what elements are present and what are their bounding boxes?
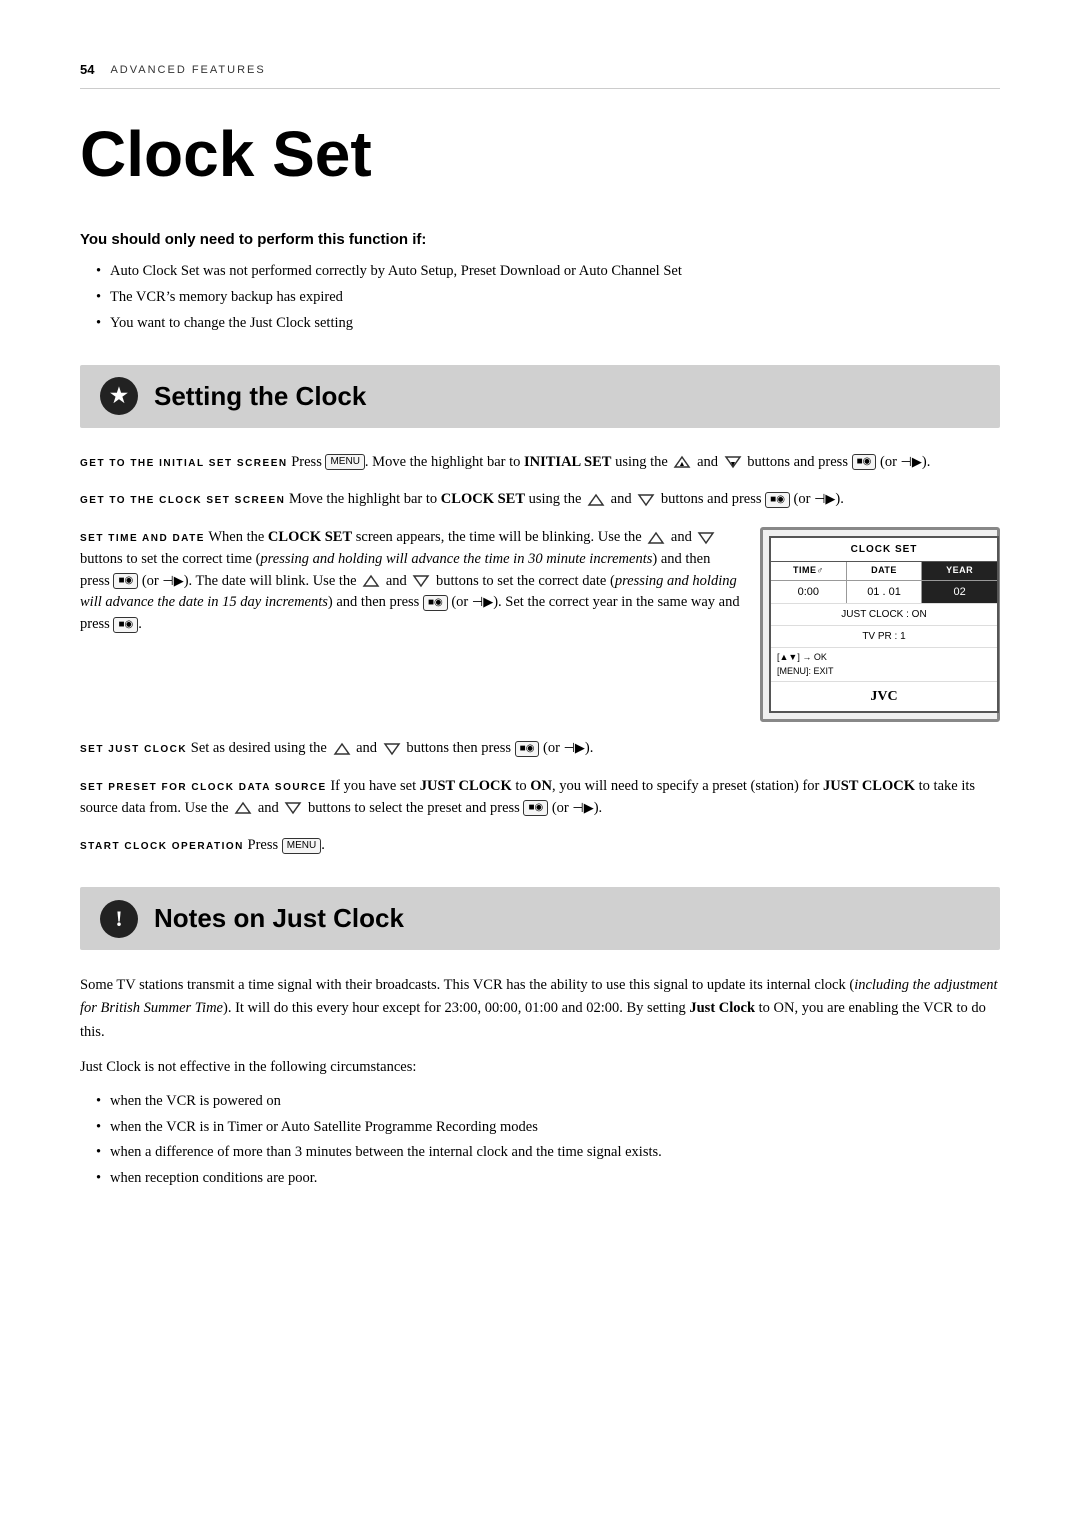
down-arrow6-icon	[282, 799, 304, 817]
step2-block: GET TO THE CLOCK SET SCREEN Move the hig…	[80, 489, 1000, 511]
vcr-outer-frame: CLOCK SET TIME♂ DATE YEAR 0:00 01 . 01 0…	[760, 527, 1000, 722]
page-number: 54	[80, 60, 94, 80]
page-header: 54 ADVANCED FEATURES	[80, 60, 1000, 89]
step6-block: START CLOCK OPERATION Press MENU.	[80, 835, 1000, 857]
step1-label: GET TO THE INITIAL SET SCREEN	[80, 458, 288, 469]
vcr-control-line1: [▲▼] → OK	[777, 651, 991, 665]
vcr-col-time: TIME♂	[771, 562, 847, 580]
notes-bullets: when the VCR is powered on when the VCR …	[80, 1091, 1000, 1190]
step3-block: SET TIME AND DATE When the CLOCK SET scr…	[80, 527, 1000, 722]
up-arrow3-icon	[645, 529, 667, 547]
warning-bullet-2: The VCR’s memory backup has expired	[96, 287, 1000, 309]
notes-bullet-1: when the VCR is powered on	[96, 1091, 1000, 1113]
vcr-time-val: 0:00	[771, 581, 847, 604]
step6-label: START CLOCK OPERATION	[80, 841, 244, 852]
vcr-just-clock: JUST CLOCK : ON	[771, 604, 997, 626]
enter3-icon: ⊣▶	[162, 573, 183, 588]
step5-label: SET PRESET FOR CLOCK DATA SOURCE	[80, 782, 327, 793]
vcr-col-headers: TIME♂ DATE YEAR	[771, 562, 997, 581]
svg-text:▲: ▲	[679, 461, 686, 468]
vcr-tv-pr: TV PR : 1	[771, 626, 997, 648]
section1-header: ★ Setting the Clock	[80, 365, 1000, 428]
up-arrow2-icon	[585, 491, 607, 509]
vcr-screen-image: CLOCK SET TIME♂ DATE YEAR 0:00 01 . 01 0…	[760, 527, 1000, 722]
section-label: ADVANCED FEATURES	[110, 62, 265, 79]
svg-text:▼: ▼	[729, 461, 736, 468]
page-title: Clock Set	[80, 119, 1000, 189]
step2-label: GET TO THE CLOCK SET SCREEN	[80, 495, 285, 506]
down-arrow-icon: ▼	[722, 453, 744, 471]
enter5-icon: ⊣▶	[564, 740, 585, 755]
step3-text: SET TIME AND DATE When the CLOCK SET scr…	[80, 527, 740, 636]
ok-button6-icon: ■◉	[515, 741, 540, 757]
down-arrow5-icon	[381, 740, 403, 758]
step3-label: SET TIME AND DATE	[80, 533, 205, 544]
vcr-title: CLOCK SET	[771, 538, 997, 562]
section2-title: Notes on Just Clock	[154, 899, 404, 938]
vcr-year-val: 02	[922, 581, 997, 604]
step1-block: GET TO THE INITIAL SET SCREEN Press MENU…	[80, 452, 1000, 474]
step3-content: When the CLOCK SET screen appears, the t…	[80, 529, 740, 632]
ok-button4-icon: ■◉	[423, 595, 448, 611]
section1-icon: ★	[100, 377, 138, 415]
notes-section: Some TV stations transmit a time signal …	[80, 974, 1000, 1190]
vcr-control-line2: [MENU]: EXIT	[777, 665, 991, 679]
step1-text: Press MENU. Move the highlight bar to IN…	[291, 454, 930, 470]
menu-button-icon: MENU	[325, 454, 364, 470]
warning-box: You should only need to perform this fun…	[80, 229, 1000, 335]
vcr-screen: CLOCK SET TIME♂ DATE YEAR 0:00 01 . 01 0…	[769, 536, 999, 713]
vcr-date-val: 01 . 01	[847, 581, 923, 604]
step4-block: SET JUST CLOCK Set as desired using the …	[80, 738, 1000, 760]
section2-icon: !	[100, 900, 138, 938]
warning-bullet-3: You want to change the Just Clock settin…	[96, 313, 1000, 335]
down-arrow3-icon	[695, 529, 717, 547]
enter-icon: ⊣▶	[901, 454, 922, 469]
notes-bullet-4: when reception conditions are poor.	[96, 1168, 1000, 1190]
section1-title: Setting the Clock	[154, 377, 366, 416]
vcr-col-year: YEAR	[922, 562, 997, 580]
down-arrow2-icon	[635, 491, 657, 509]
step2-text: Move the highlight bar to CLOCK SET usin…	[289, 491, 844, 507]
ok-button2-icon: ■◉	[765, 492, 790, 508]
warning-title: You should only need to perform this fun…	[80, 229, 1000, 252]
ok-button-icon: ■◉	[852, 454, 877, 470]
up-arrow5-icon	[331, 740, 353, 758]
step6-text: Press MENU.	[248, 837, 325, 853]
step4-label: SET JUST CLOCK	[80, 744, 187, 755]
menu-button2-icon: MENU	[282, 838, 321, 854]
warning-bullets: Auto Clock Set was not performed correct…	[80, 261, 1000, 334]
up-arrow-icon: ▲	[671, 453, 693, 471]
step5-block: SET PRESET FOR CLOCK DATA SOURCE If you …	[80, 776, 1000, 820]
ok-button3-icon: ■◉	[113, 573, 138, 589]
vcr-controls: [▲▼] → OK [MENU]: EXIT	[771, 648, 997, 682]
notes-para2: Just Clock is not effective in the follo…	[80, 1056, 1000, 1079]
step4-text: Set as desired using the and buttons the…	[191, 740, 594, 756]
vcr-brand: JVC	[771, 682, 997, 711]
enter2-icon: ⊣▶	[814, 491, 835, 506]
notes-para1: Some TV stations transmit a time signal …	[80, 974, 1000, 1044]
section2-header: ! Notes on Just Clock	[80, 887, 1000, 950]
down-arrow4-icon	[410, 572, 432, 590]
enter4-icon: ⊣▶	[472, 594, 493, 609]
up-arrow6-icon	[232, 799, 254, 817]
ok-button5-icon: ■◉	[113, 617, 138, 633]
vcr-data-row: 0:00 01 . 01 02	[771, 581, 997, 605]
enter6-icon: ⊣▶	[572, 800, 593, 815]
ok-button7-icon: ■◉	[523, 800, 548, 816]
warning-bullet-1: Auto Clock Set was not performed correct…	[96, 261, 1000, 283]
notes-bullet-3: when a difference of more than 3 minutes…	[96, 1142, 1000, 1164]
notes-bullet-2: when the VCR is in Timer or Auto Satelli…	[96, 1117, 1000, 1139]
up-arrow4-icon	[360, 572, 382, 590]
vcr-col-date: DATE	[847, 562, 923, 580]
